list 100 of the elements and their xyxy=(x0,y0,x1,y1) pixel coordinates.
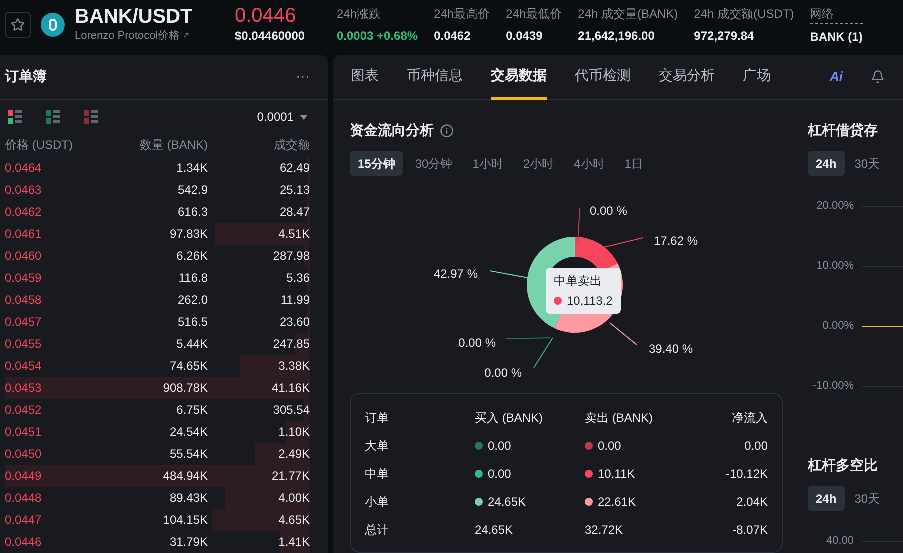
buy-amount: 0.00 xyxy=(488,466,512,483)
sell-amount: 10.11K xyxy=(598,466,636,483)
order-row[interactable]: 0.0451 24.54K 1.10K xyxy=(5,421,310,443)
period-tab[interactable]: 30分钟 xyxy=(407,151,461,176)
nav-tab[interactable]: 币种信息 xyxy=(407,55,463,100)
depth-view-icon[interactable] xyxy=(84,110,98,124)
order-row[interactable]: 0.0446 31.79K 1.41K xyxy=(5,531,310,553)
favorite-button[interactable] xyxy=(5,12,31,38)
axis-tick-label: 0.00% xyxy=(822,318,854,334)
buy-amount: 0.00 xyxy=(488,438,512,455)
info-icon xyxy=(440,124,454,138)
axis-tick-label: 10.00% xyxy=(816,258,854,274)
period-tab[interactable]: 1日 xyxy=(616,151,652,176)
total-cell-text: 5.36 xyxy=(286,270,310,287)
axis-tick-label: 40.00 xyxy=(825,534,854,549)
external-link-icon: ↗ xyxy=(183,30,190,42)
amount-cell-text: 262.0 xyxy=(176,292,209,309)
amount-cell-text: 5.44K xyxy=(176,336,209,353)
nav-tab[interactable]: 交易数据 xyxy=(491,55,547,100)
order-row[interactable]: 0.0464 1.34K 62.49 xyxy=(5,157,310,179)
nav-tab[interactable]: 广场 xyxy=(743,55,771,100)
amount-cell-text: 116.8 xyxy=(178,270,209,287)
ai-label[interactable]: Ai xyxy=(830,67,843,87)
order-row[interactable]: 0.0448 89.43K 4.00K xyxy=(5,487,310,509)
nav-tab[interactable]: 代币检测 xyxy=(575,55,631,100)
caret-icon xyxy=(300,114,308,120)
order-size-label: 中单 xyxy=(365,466,390,483)
precision-dropdown[interactable]: 0.0001 xyxy=(257,108,308,126)
ask-price: 0.0458 xyxy=(5,292,43,309)
net-inflow: -8.07K xyxy=(732,522,768,539)
ask-price: 0.0459 xyxy=(5,270,43,287)
ask-price: 0.0457 xyxy=(5,314,43,331)
order-row[interactable]: 0.0463 542.9 25.13 xyxy=(5,179,310,201)
period-tab[interactable]: 24h xyxy=(808,486,845,511)
amount-cell-text: 97.83K xyxy=(168,226,209,243)
ask-price: 0.0452 xyxy=(5,402,43,419)
depth-view-icon[interactable] xyxy=(8,110,22,124)
stat-label: 24h最低价 xyxy=(506,6,562,22)
order-row[interactable]: 0.0459 116.8 5.36 xyxy=(5,267,310,289)
depth-view-icon[interactable] xyxy=(46,110,60,124)
buy-amount: 24.65K xyxy=(475,522,514,539)
net-inflow: -10.12K xyxy=(724,466,768,483)
order-row[interactable]: 0.0453 908.78K 41.16K xyxy=(5,377,310,399)
sell-amount: 32.72K xyxy=(585,522,624,539)
period-tab[interactable]: 30天 xyxy=(846,486,888,511)
amount-cell-text: 6.75K xyxy=(176,402,209,419)
amount-cell-text: 89.43K xyxy=(168,490,209,507)
order-size-label: 小单 xyxy=(365,494,390,511)
total-cell-text: 4.51K xyxy=(278,226,310,243)
amount-cell-text: 908.78K xyxy=(162,380,209,397)
order-row[interactable]: 0.0457 516.5 23.60 xyxy=(5,311,310,333)
stat-value: 0.0439 xyxy=(506,28,544,44)
percent-label: 0.00 % xyxy=(484,366,522,380)
amount-cell-text: 31.79K xyxy=(168,534,209,551)
amount-cell-text: 74.65K xyxy=(168,358,209,375)
order-row[interactable]: 0.0449 484.94K 21.77K xyxy=(5,465,310,487)
total-cell-text: 4.00K xyxy=(278,490,310,507)
stat-label: 24h涨跌 xyxy=(337,6,382,22)
column-header: 卖出 (BANK) xyxy=(585,410,654,427)
nav-tab[interactable]: 交易分析 xyxy=(659,55,715,100)
stat-label: 网络 xyxy=(810,4,863,24)
usd-price: $0.04460000 xyxy=(235,28,306,45)
net-inflow: 0.00 xyxy=(744,438,768,455)
order-row[interactable]: 0.0462 616.3 28.47 xyxy=(5,201,310,223)
ask-price: 0.0461 xyxy=(5,226,43,243)
order-row[interactable]: 0.0461 97.83K 4.51K xyxy=(5,223,310,245)
order-row[interactable]: 0.0447 104.15K 4.65K xyxy=(5,509,310,531)
net-inflow: 2.04K xyxy=(736,494,768,511)
last-price: 0.0446 xyxy=(235,5,298,27)
tooltip-value: 10,113.2 xyxy=(567,293,613,310)
period-tab[interactable]: 1小时 xyxy=(464,151,512,176)
column-header: 数量 (BANK) xyxy=(138,137,209,154)
ask-price: 0.0450 xyxy=(5,446,43,463)
order-row[interactable]: 0.0454 74.65K 3.38K xyxy=(5,355,310,377)
tooltip-title: 中单卖出 xyxy=(554,273,603,290)
period-tab[interactable]: 2小时 xyxy=(515,151,562,176)
order-row[interactable]: 0.0452 6.75K 305.54 xyxy=(5,399,310,421)
nav-tab[interactable]: 图表 xyxy=(351,55,379,100)
amount-cell-text: 542.9 xyxy=(176,182,209,199)
total-cell-text: 23.60 xyxy=(278,314,310,331)
amount-cell-text: 616.3 xyxy=(176,204,209,221)
period-tab[interactable]: 30天 xyxy=(846,151,888,176)
period-tab[interactable]: 24h xyxy=(808,151,845,176)
total-cell-text: 1.41K xyxy=(278,534,310,551)
order-row[interactable]: 0.0458 262.0 11.99 xyxy=(5,289,310,311)
order-row[interactable]: 0.0460 6.26K 287.98 xyxy=(5,245,310,267)
period-tab[interactable]: 15分钟 xyxy=(350,151,404,176)
total-cell-text: 3.38K xyxy=(278,358,310,375)
coin-price-link[interactable]: Lorenzo Protocol价格 xyxy=(75,28,180,44)
ask-price: 0.0460 xyxy=(5,248,43,265)
more-button[interactable]: ··· xyxy=(296,66,310,88)
stat-value: BANK (1) xyxy=(810,28,863,46)
section-title: 资金流向分析 xyxy=(350,121,434,140)
order-row[interactable]: 0.0450 55.54K 2.49K xyxy=(5,443,310,465)
order-row[interactable]: 0.0455 5.44K 247.85 xyxy=(5,333,310,355)
percent-label: 42.97 % xyxy=(434,267,478,281)
sell-amount: 0.00 xyxy=(598,438,622,455)
period-tab[interactable]: 4小时 xyxy=(566,151,613,176)
percent-label: 0.00 % xyxy=(458,336,496,350)
amount-cell-text: 55.54K xyxy=(168,446,209,463)
